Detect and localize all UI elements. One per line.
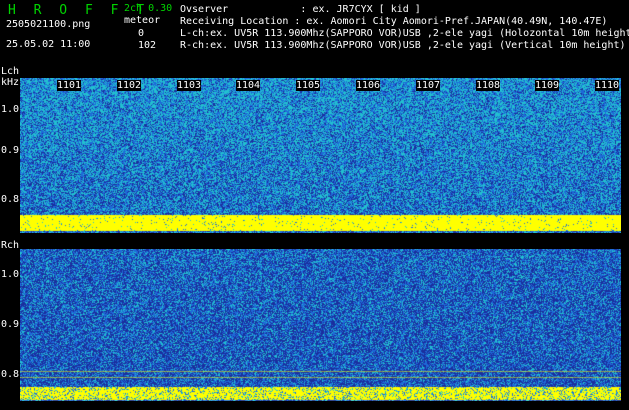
time-tick: 1101 [57, 80, 82, 91]
rch-spectrogram [20, 249, 621, 401]
time-tick: 1109 [535, 80, 560, 91]
time-tick: 1103 [177, 80, 202, 91]
rch-info: R-ch:ex. UV5R 113.900Mhz(SAPPORO VOR)USB… [180, 40, 626, 51]
lch-label: Lch [1, 66, 20, 77]
lch-ytick-2: 0.9 [1, 145, 20, 156]
lch-spectrogram [20, 78, 621, 233]
rch-label: Rch [1, 240, 20, 251]
hrofft-window: { "header": { "title": "H R O F F T", "f… [0, 0, 629, 410]
rch-ytick-1: 1.0 [1, 269, 20, 280]
lch-meteor-count: 0 [138, 28, 145, 39]
rch-meteor-count: 102 [138, 40, 157, 51]
lch-spectrogram-canvas [20, 78, 621, 233]
mode-label: 2ch 0.30 [124, 3, 173, 14]
rch-ytick-2: 0.9 [1, 319, 20, 330]
meteor-label: meteor [124, 15, 161, 26]
time-tick: 1108 [476, 80, 501, 91]
time-tick: 1110 [595, 80, 620, 91]
lch-ytick-3: 0.8 [1, 194, 20, 205]
lch-ytick-1: 1.0 [1, 104, 20, 115]
date-time: 25.05.02 11:00 [6, 39, 91, 50]
lch-unit: kHz [1, 77, 20, 88]
lch-info: L-ch:ex. UV5R 113.900Mhz(SAPPORO VOR)USB… [180, 28, 629, 39]
rch-spectrogram-canvas [20, 249, 621, 401]
time-tick: 1105 [296, 80, 321, 91]
time-tick: 1106 [356, 80, 381, 91]
file-name: 2505021100.png [6, 19, 91, 30]
observer-info: Ovserver : ex. JR7CYX [ kid ] [180, 4, 421, 15]
time-tick: 1107 [416, 80, 441, 91]
rch-ytick-3: 0.8 [1, 369, 20, 380]
location-info: Receiving Location : ex. Aomori City Aom… [180, 16, 608, 27]
time-tick: 1104 [236, 80, 261, 91]
time-tick: 1102 [117, 80, 142, 91]
